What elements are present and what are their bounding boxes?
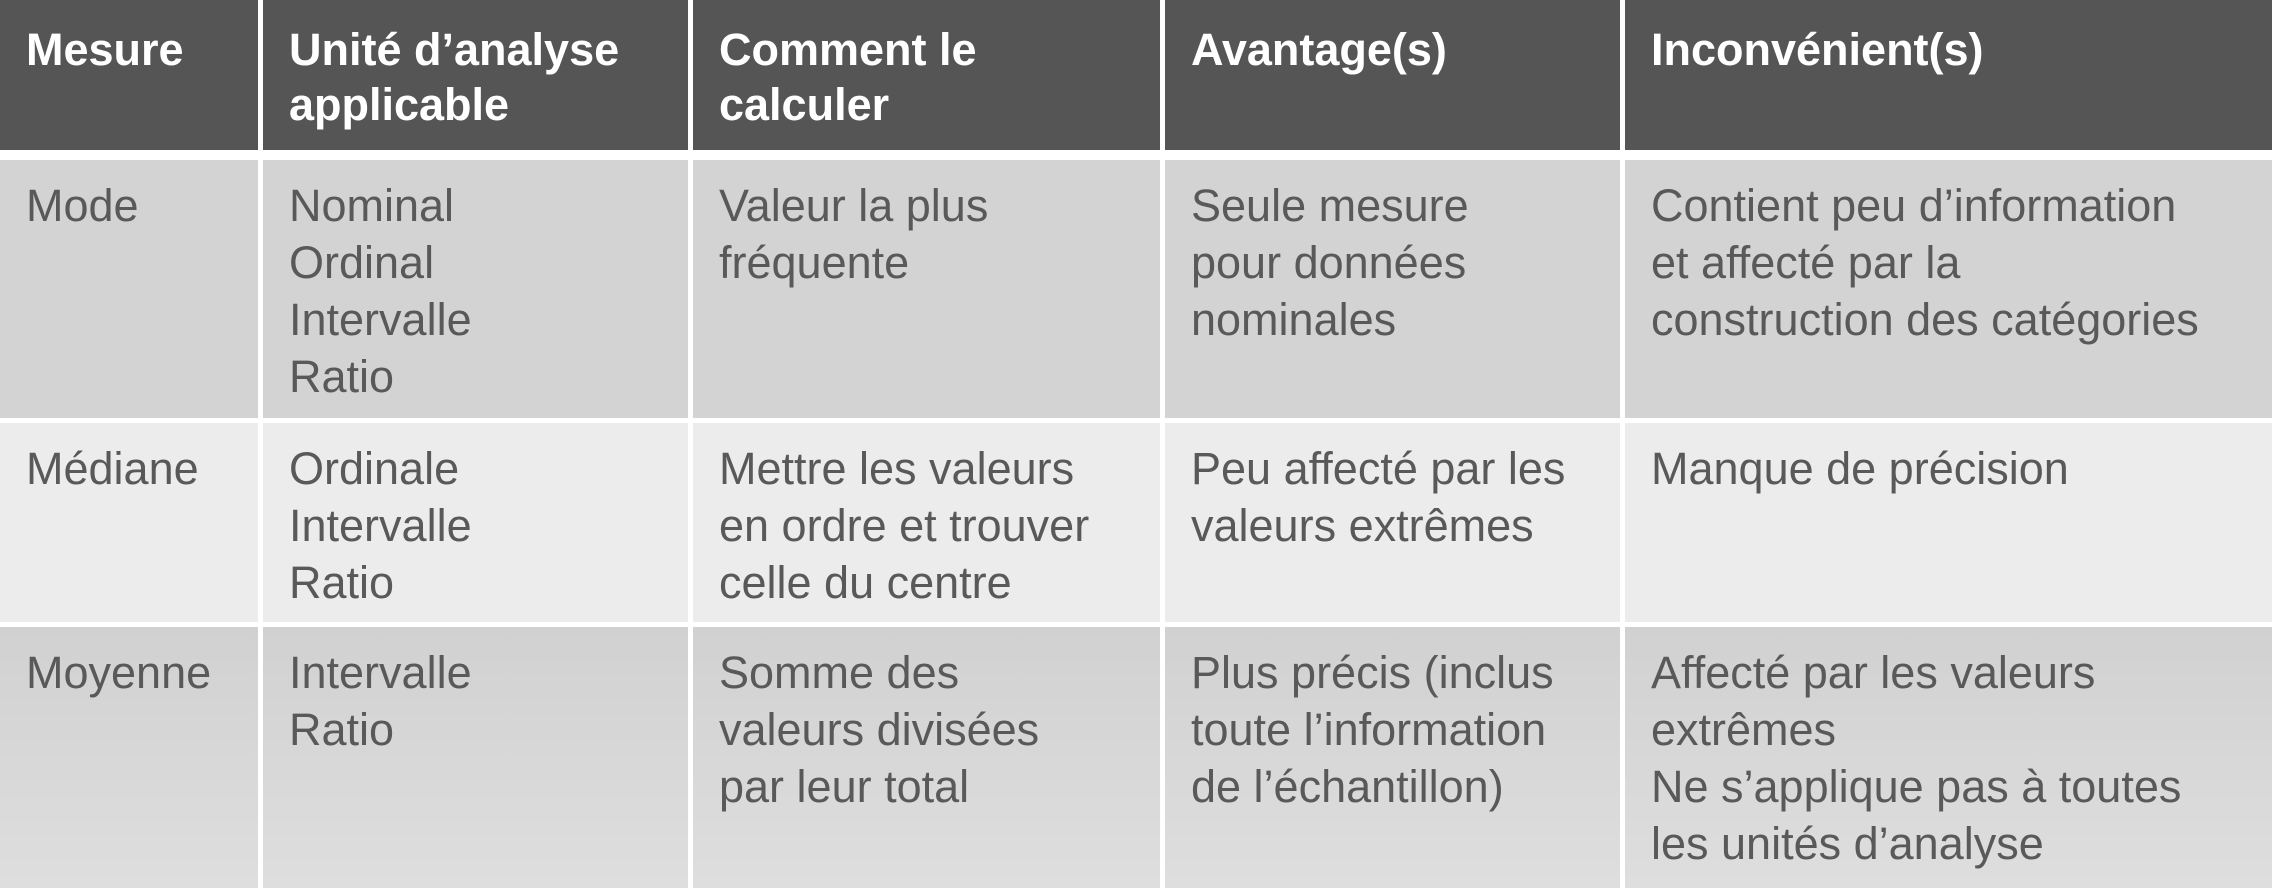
cell-line: de l’échantillon) [1191,760,1504,812]
cell-mesure: Mode [0,160,263,424]
cell-line: nominales [1191,294,1397,345]
cell-line: Contient peu d’information [1651,180,2177,231]
cell-calcul: Mettre les valeurs en ordre et trouver c… [693,423,1165,627]
measures-table: Mesure Unité d’analyse applicable Commen… [0,0,2272,888]
cell-avantages: Seule mesure pour données nominales [1165,160,1625,424]
cell-unite: Ordinale Intervalle Ratio [263,423,693,627]
header-inconvenients-line: Inconvénient(s) [1651,24,1984,75]
header-row: Mesure Unité d’analyse applicable Commen… [0,0,2272,160]
cell-line: valeurs extrêmes [1191,500,1534,552]
cell-line: valeurs divisées [719,703,1040,755]
cell-line: Ratio [289,557,395,609]
cell-line: Manque de précision [1651,443,2069,495]
cell-line: Valeur la plus [719,180,989,231]
cell-inconvenients: Contient peu d’information et affecté pa… [1625,160,2272,424]
cell-line: pour données [1191,237,1467,288]
table-row-moyenne: Moyenne Intervalle Ratio Somme des valeu… [0,626,2272,888]
cell-line: Nominal [289,180,455,231]
cell-line: Intervalle [289,646,472,698]
table-row-mediane: Médiane Ordinale Intervalle Ratio Mettre… [0,423,2272,627]
cell-line: Plus précis (inclus [1191,646,1554,698]
cell-inconvenients: Affecté par les valeurs extrêmes Ne s’ap… [1625,626,2272,888]
header-calcul-line: Comment le [719,24,977,75]
cell-line: Peu affecté par les [1191,443,1566,495]
cell-calcul: Somme des valeurs divisées par leur tota… [693,626,1165,888]
cell-line: Ordinale [289,443,460,495]
cell-line: et affecté par la [1651,237,1961,288]
cell-line: extrêmes [1651,703,1837,755]
cell-mesure: Médiane [0,423,263,627]
cell-line: toute l’information [1191,703,1547,755]
table-row-mode: Mode Nominal Ordinal Intervalle Ratio Va… [0,160,2272,424]
cell-line: fréquente [719,237,910,288]
cell-line: Somme des [719,646,960,698]
cell-line: Intervalle [289,294,472,345]
header-calcul-line: calculer [719,79,890,130]
cell-line: Ne s’applique pas à toutes [1651,760,2182,812]
cell-unite: Intervalle Ratio [263,626,693,888]
cell-avantages: Plus précis (inclus toute l’information … [1165,626,1625,888]
cell-unite: Nominal Ordinal Intervalle Ratio [263,160,693,424]
header-avantages-line: Avantage(s) [1191,24,1447,75]
cell-line: Ordinal [289,237,435,288]
header-unite-line: Unité d’analyse [289,24,620,75]
cell-mesure: Moyenne [0,626,263,888]
cell-line: par leur total [719,760,970,812]
cell-line: construction des catégories [1651,294,2199,345]
cell-line: Ratio [289,703,395,755]
header-unite-line: applicable [289,79,510,130]
header-unite: Unité d’analyse applicable [263,0,693,160]
cell-avantages: Peu affecté par les valeurs extrêmes [1165,423,1625,627]
cell-calcul: Valeur la plus fréquente [693,160,1165,424]
cell-line: Seule mesure [1191,180,1469,231]
header-calcul: Comment le calculer [693,0,1165,160]
cell-line: Ratio [289,351,395,402]
cell-line: Mode [26,180,139,231]
cell-inconvenients: Manque de précision [1625,423,2272,627]
header-inconvenients: Inconvénient(s) [1625,0,2272,160]
header-mesure-line: Mesure [26,24,184,75]
cell-line: celle du centre [719,557,1012,609]
cell-line: Moyenne [26,646,212,698]
cell-line: les unités d’analyse [1651,817,2044,869]
cell-line: Affecté par les valeurs [1651,646,2096,698]
header-avantages: Avantage(s) [1165,0,1625,160]
cell-line: Mettre les valeurs [719,443,1075,495]
cell-line: Intervalle [289,500,472,552]
header-mesure: Mesure [0,0,263,160]
cell-line: en ordre et trouver [719,500,1090,552]
cell-line: Médiane [26,443,199,495]
